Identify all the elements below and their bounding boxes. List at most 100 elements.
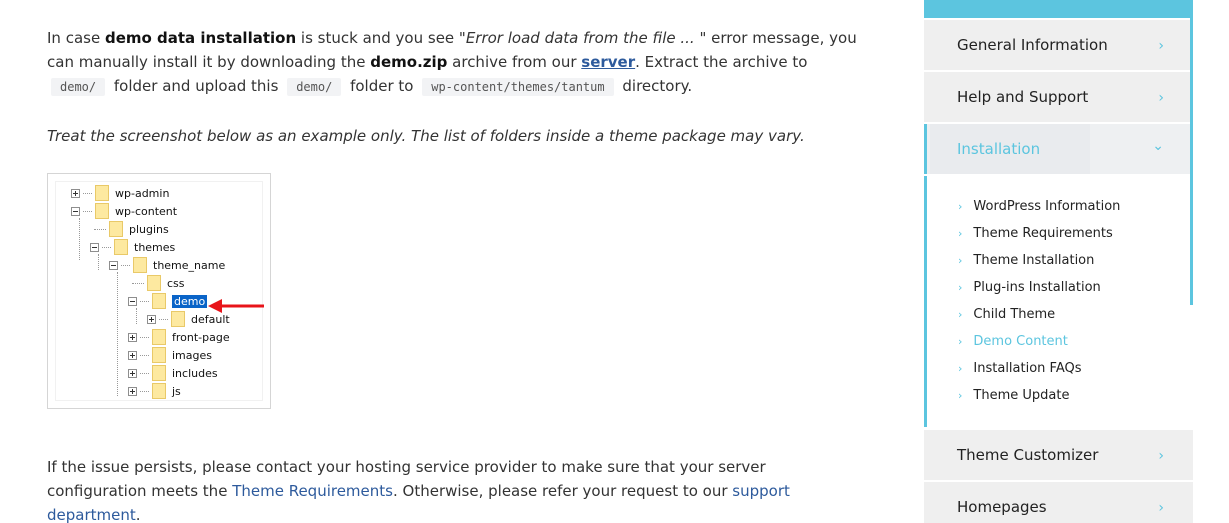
submenu-label: Theme Update	[973, 388, 1070, 403]
chevron-right-icon: ›	[958, 308, 963, 321]
sidebar-scrollbar[interactable]	[1190, 0, 1193, 305]
collapse-icon[interactable]	[109, 260, 118, 270]
tree-connector	[140, 390, 149, 392]
tree-node-themes[interactable]: themes	[90, 239, 175, 255]
tree-node-wp-content[interactable]: wp-content	[71, 203, 177, 219]
red-arrow-icon	[208, 299, 264, 313]
submenu-item-theme-requirements[interactable]: › Theme Requirements	[958, 226, 1113, 241]
tree-node-plugins[interactable]: plugins	[94, 221, 169, 237]
tree-guide-line	[79, 218, 80, 260]
text: . Otherwise, please refer your request t…	[392, 482, 733, 500]
tree-node-label: includes	[172, 366, 218, 380]
sidebar-item-help-and-support[interactable]: Help and Support ›	[924, 72, 1193, 122]
submenu-item-theme-installation[interactable]: › Theme Installation	[958, 253, 1094, 268]
submenu-item-installation-faqs[interactable]: › Installation FAQs	[958, 361, 1082, 376]
chevron-right-icon: ›	[1158, 500, 1164, 516]
tree-node-wp-admin[interactable]: wp-admin	[71, 185, 169, 201]
folder-icon	[147, 275, 161, 291]
tree-node-label: theme_name	[153, 258, 226, 272]
chevron-down-icon: ⌄	[1152, 138, 1164, 154]
collapse-icon[interactable]	[90, 242, 99, 252]
installation-submenu: › WordPress Information › Theme Requiremen…	[924, 176, 1193, 427]
tree-guide-line	[98, 254, 99, 270]
expand-icon[interactable]	[147, 314, 156, 324]
tree-connector	[140, 300, 149, 302]
folder-icon	[152, 347, 166, 363]
tree-node-demo[interactable]: demo	[128, 293, 208, 309]
tree-node-default[interactable]: default	[147, 311, 230, 327]
paragraph-manual-install: In case demo data installation is stuck …	[47, 26, 867, 99]
chevron-right-icon: ›	[958, 362, 963, 375]
tree-node-label: js	[172, 384, 181, 398]
tree-node-label: wp-content	[115, 204, 178, 218]
tree-guide-line	[117, 272, 118, 396]
tree-node-front-page[interactable]: front-page	[128, 329, 230, 345]
tree-node-css[interactable]: css	[132, 275, 185, 291]
expand-icon[interactable]	[71, 188, 80, 198]
chevron-right-icon: ›	[958, 200, 963, 213]
tree-connector	[159, 318, 168, 320]
expand-icon[interactable]	[128, 368, 137, 378]
theme-requirements-link[interactable]: Theme Requirements	[232, 482, 393, 500]
tree-node-images[interactable]: images	[128, 347, 212, 363]
text: directory.	[617, 77, 693, 95]
tree-connector	[140, 336, 149, 338]
tree-node-label: themes	[134, 240, 176, 254]
sidebar-item-theme-customizer[interactable]: Theme Customizer ›	[924, 430, 1193, 480]
sidebar-item-installation[interactable]: Installation ⌄	[924, 124, 1193, 174]
code-demo-folder: demo/	[287, 78, 342, 96]
folder-icon	[95, 203, 109, 219]
paragraph-support: If the issue persists, please contact yo…	[47, 455, 867, 523]
collapse-icon[interactable]	[128, 296, 137, 306]
tree-node-includes[interactable]: includes	[128, 365, 218, 381]
sidebar-item-label: Homepages	[957, 498, 1047, 516]
sidebar-item-general-information[interactable]: General Information ›	[924, 20, 1193, 70]
expand-icon[interactable]	[128, 332, 137, 342]
text: In case	[47, 29, 105, 47]
submenu-item-plugins-installation[interactable]: › Plug-ins Installation	[958, 280, 1101, 295]
folder-icon	[152, 365, 166, 381]
tree-connector	[140, 372, 149, 374]
folder-icon	[95, 185, 109, 201]
text: archive from our	[447, 53, 582, 71]
folder-icon	[114, 239, 128, 255]
submenu-item-demo-content[interactable]: › Demo Content	[958, 334, 1068, 349]
folder-icon	[152, 293, 166, 309]
chevron-right-icon: ›	[958, 335, 963, 348]
screenshot-note: Treat the screenshot below as an example…	[47, 127, 805, 145]
code-demo-folder: demo/	[51, 78, 106, 96]
text: . Extract the archive to	[635, 53, 808, 71]
text: is stuck and you see	[296, 29, 459, 47]
text: folder and upload this	[109, 77, 284, 95]
server-link[interactable]: server	[581, 53, 635, 71]
tree-connector	[94, 228, 106, 230]
tree-node-js[interactable]: js	[128, 383, 181, 399]
bold-demo-zip: demo.zip	[370, 53, 448, 71]
tree-connector	[102, 246, 111, 248]
tree-connector	[132, 282, 144, 284]
tree-node-label: default	[191, 312, 230, 326]
tree-node-theme-name[interactable]: theme_name	[109, 257, 225, 273]
submenu-label: WordPress Information	[973, 199, 1121, 214]
submenu-item-child-theme[interactable]: › Child Theme	[958, 307, 1055, 322]
submenu-label: Installation FAQs	[973, 361, 1082, 376]
folder-tree-screenshot: wp-admin wp-content plugins themes theme…	[47, 173, 271, 409]
sidebar-item-homepages[interactable]: Homepages ›	[924, 482, 1193, 523]
article-content: In case demo data installation is stuck …	[47, 26, 867, 99]
bold-demo-data-installation: demo data installation	[104, 29, 297, 47]
submenu-item-theme-update[interactable]: › Theme Update	[958, 388, 1069, 403]
expand-icon[interactable]	[128, 350, 137, 360]
collapse-icon[interactable]	[71, 206, 80, 216]
folder-icon	[109, 221, 123, 237]
text: .	[135, 506, 141, 523]
expand-icon[interactable]	[128, 386, 137, 396]
submenu-item-wordpress-information[interactable]: › WordPress Information	[958, 199, 1120, 214]
submenu-label: Theme Installation	[973, 253, 1095, 268]
folder-icon	[133, 257, 147, 273]
tree-connector	[83, 210, 92, 212]
tree-connector	[121, 264, 130, 266]
article-footer-text: If the issue persists, please contact yo…	[47, 455, 867, 523]
chevron-right-icon: ›	[1158, 90, 1164, 106]
tree-node-label: images	[172, 348, 212, 362]
sidebar-item-label: Help and Support	[957, 88, 1089, 106]
